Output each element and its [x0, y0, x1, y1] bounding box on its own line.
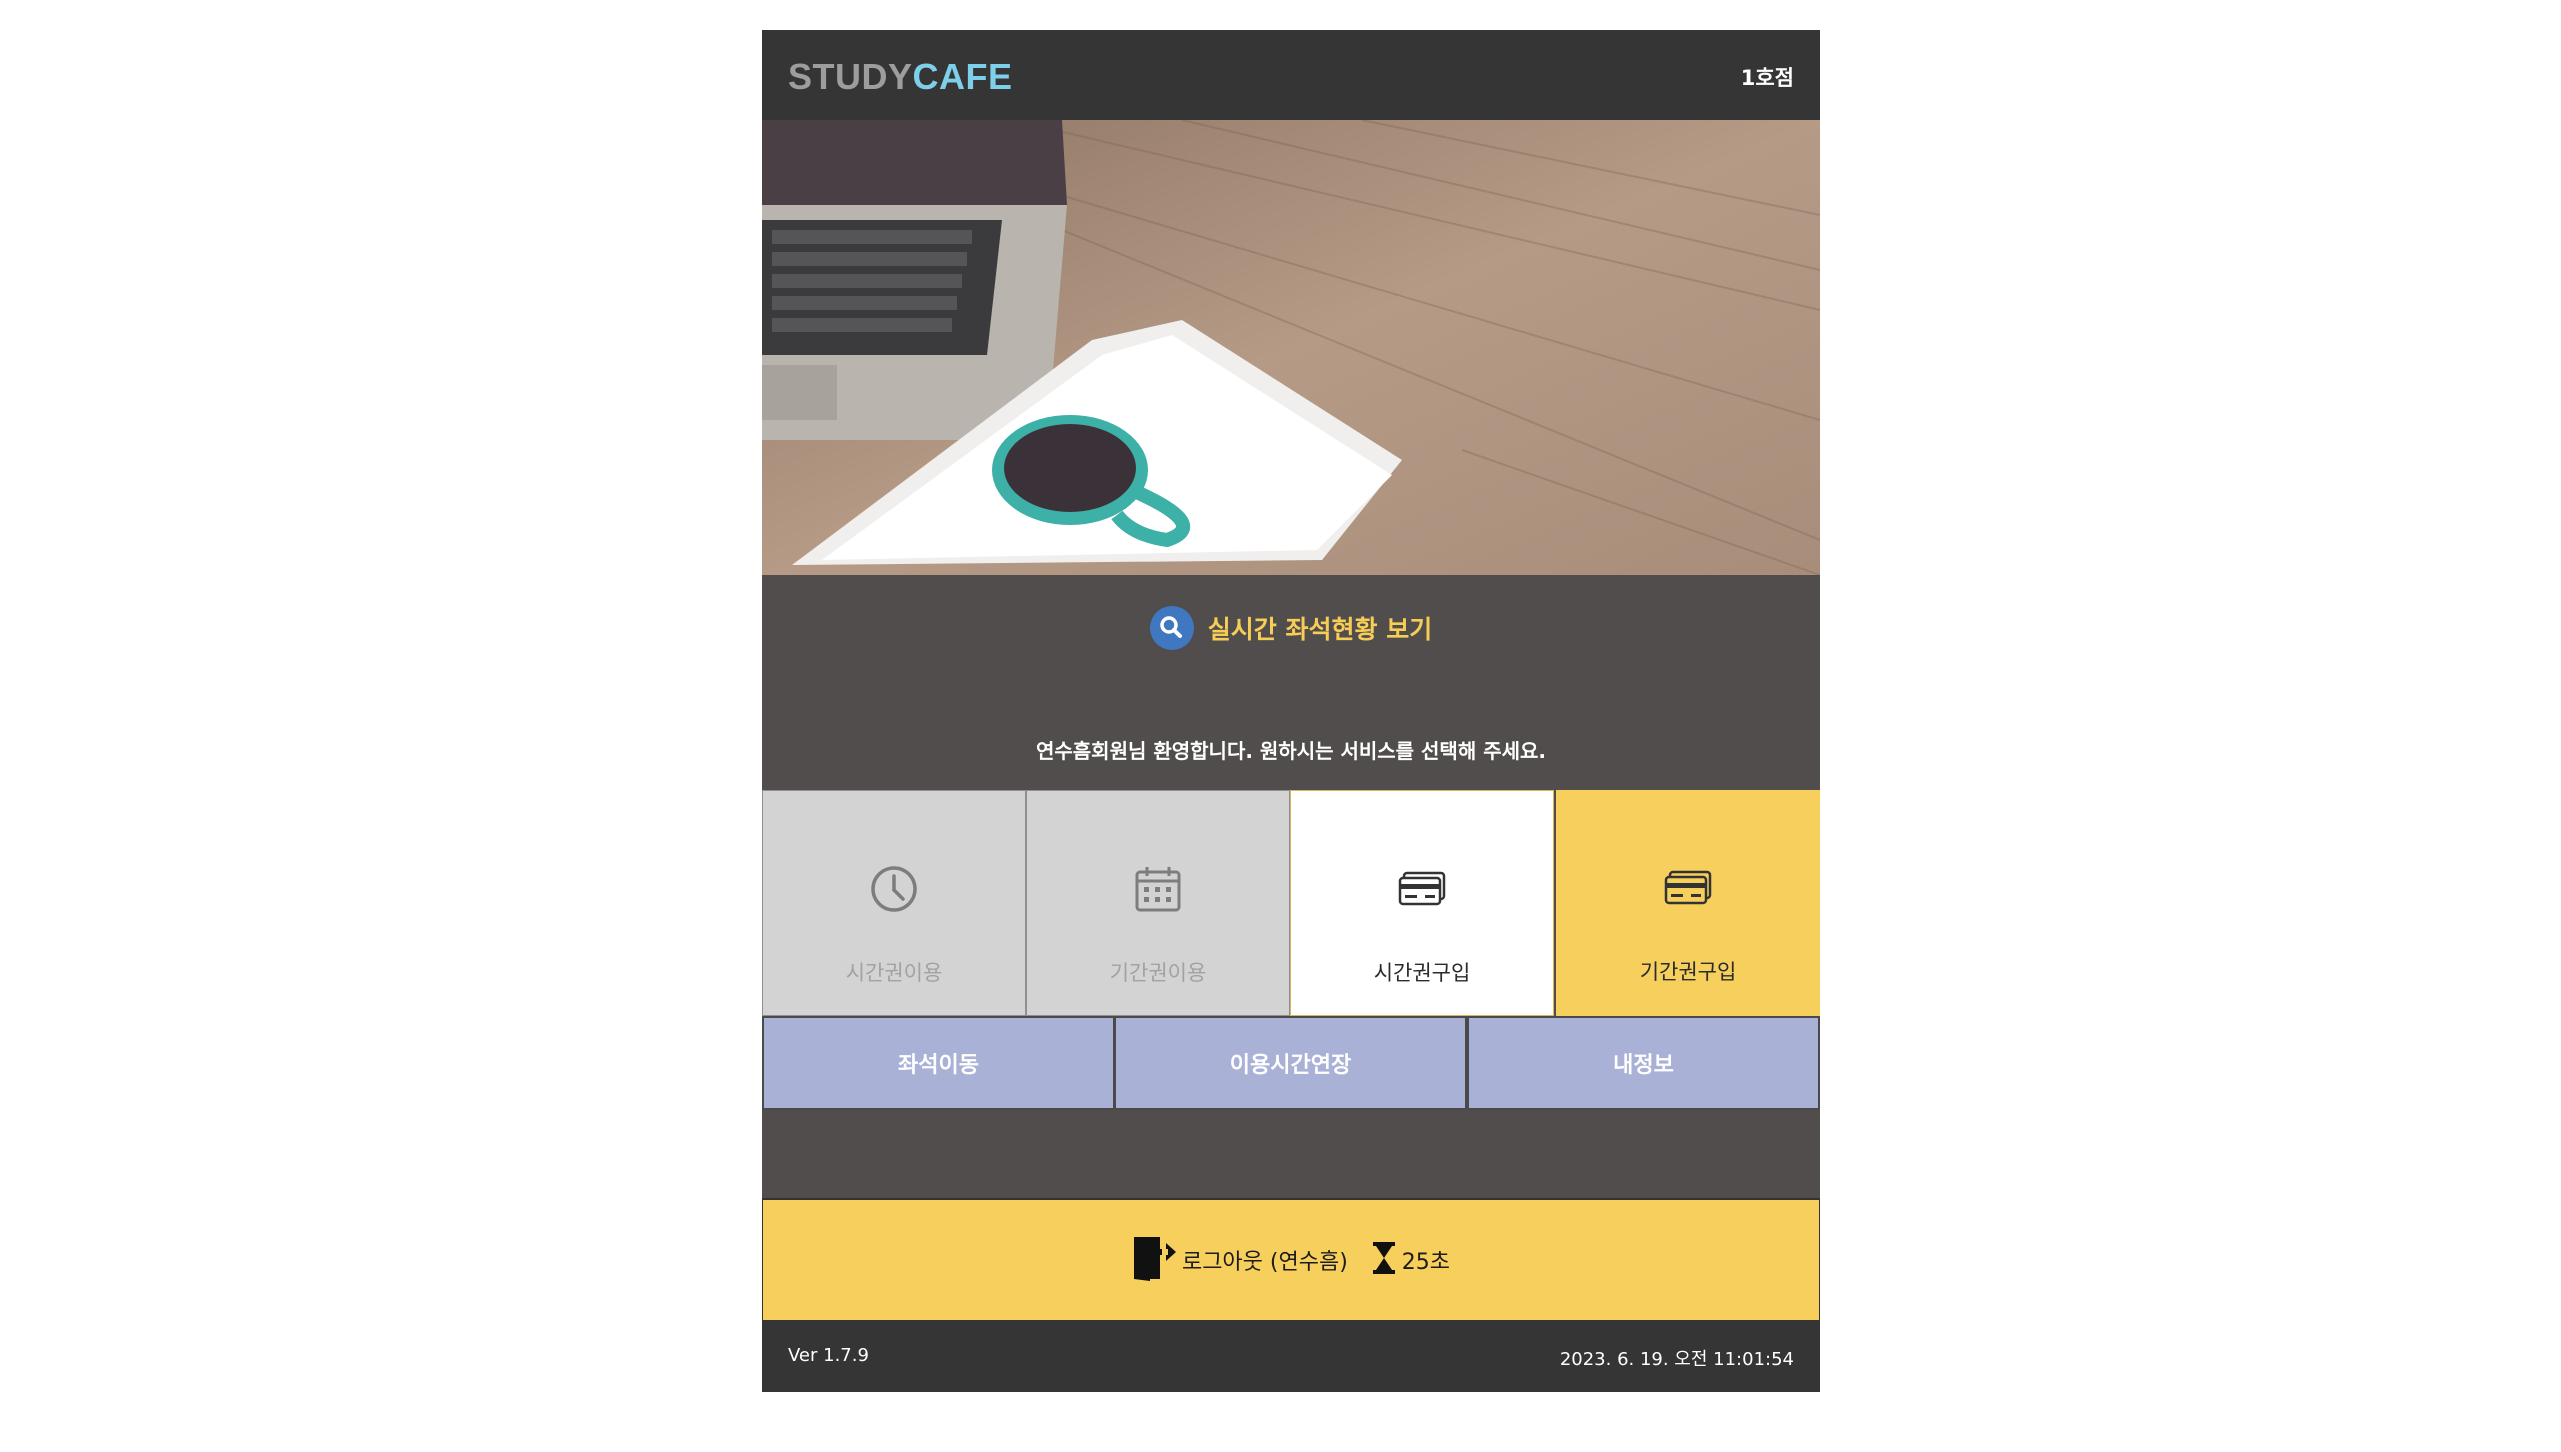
- calendar-icon: [1134, 865, 1182, 917]
- credit-card-icon: [1664, 864, 1712, 916]
- tile-time-pass-purchase[interactable]: 시간권구입: [1290, 790, 1554, 1016]
- kiosk-app: STUDYCAFE 1호점 실시간 좌석현황 보기 연수흠회원님 환영합니다. …: [762, 30, 1820, 1392]
- header: STUDYCAFE 1호점: [762, 30, 1820, 120]
- tile-time-pass-use[interactable]: 시간권이용: [762, 790, 1026, 1016]
- tile-period-pass-purchase[interactable]: 기간권구입: [1556, 790, 1820, 1016]
- datetime-text: 2023. 6. 19. 오전 11:01:54: [1559, 1349, 1794, 1370]
- hero-image: [762, 120, 1820, 575]
- seat-status-label: 실시간 좌석현황 보기: [1207, 615, 1433, 644]
- version-text: Ver 1.7.9: [788, 1345, 869, 1366]
- tile-label: 기간권이용: [1109, 961, 1207, 985]
- action-buttons: 좌석이동 이용시간연장 내정보: [762, 1016, 1820, 1110]
- move-seat-button[interactable]: 좌석이동: [762, 1016, 1115, 1110]
- branch-name: 1호점: [1740, 66, 1794, 90]
- hourglass-icon: [1372, 1241, 1396, 1279]
- extend-time-button[interactable]: 이용시간연장: [1114, 1016, 1467, 1110]
- hero-illustration: [762, 120, 1820, 575]
- clock-icon: [870, 865, 918, 917]
- my-info-button[interactable]: 내정보: [1467, 1016, 1820, 1110]
- logout-countdown: 25초: [1401, 1250, 1451, 1275]
- search-icon: [1149, 606, 1194, 650]
- tile-label: 시간권구입: [1373, 961, 1471, 985]
- logout-button[interactable]: 로그아웃 (연수흠) 25초: [762, 1198, 1820, 1320]
- welcome-message: 연수흠회원님 환영합니다. 원하시는 서비스를 선택해 주세요.: [1035, 739, 1546, 763]
- credit-card-icon: [1398, 865, 1446, 917]
- door-exit-icon: [1132, 1235, 1176, 1285]
- seat-status-button[interactable]: 실시간 좌석현황 보기: [762, 606, 1820, 650]
- logo-cafe: CAFE: [912, 56, 1013, 97]
- tile-label: 기간권구입: [1639, 960, 1737, 984]
- footer: Ver 1.7.9 2023. 6. 19. 오전 11:01:54: [762, 1320, 1820, 1392]
- tile-period-pass-use[interactable]: 기간권이용: [1026, 790, 1290, 1016]
- service-tiles: 시간권이용 기간권이용 시간권구입 기간권구입: [762, 790, 1820, 1016]
- tile-label: 시간권이용: [845, 961, 943, 985]
- logo-study: STUDY: [788, 56, 913, 97]
- logout-label: 로그아웃 (연수흠): [1181, 1250, 1348, 1275]
- logo: STUDYCAFE: [788, 56, 1013, 98]
